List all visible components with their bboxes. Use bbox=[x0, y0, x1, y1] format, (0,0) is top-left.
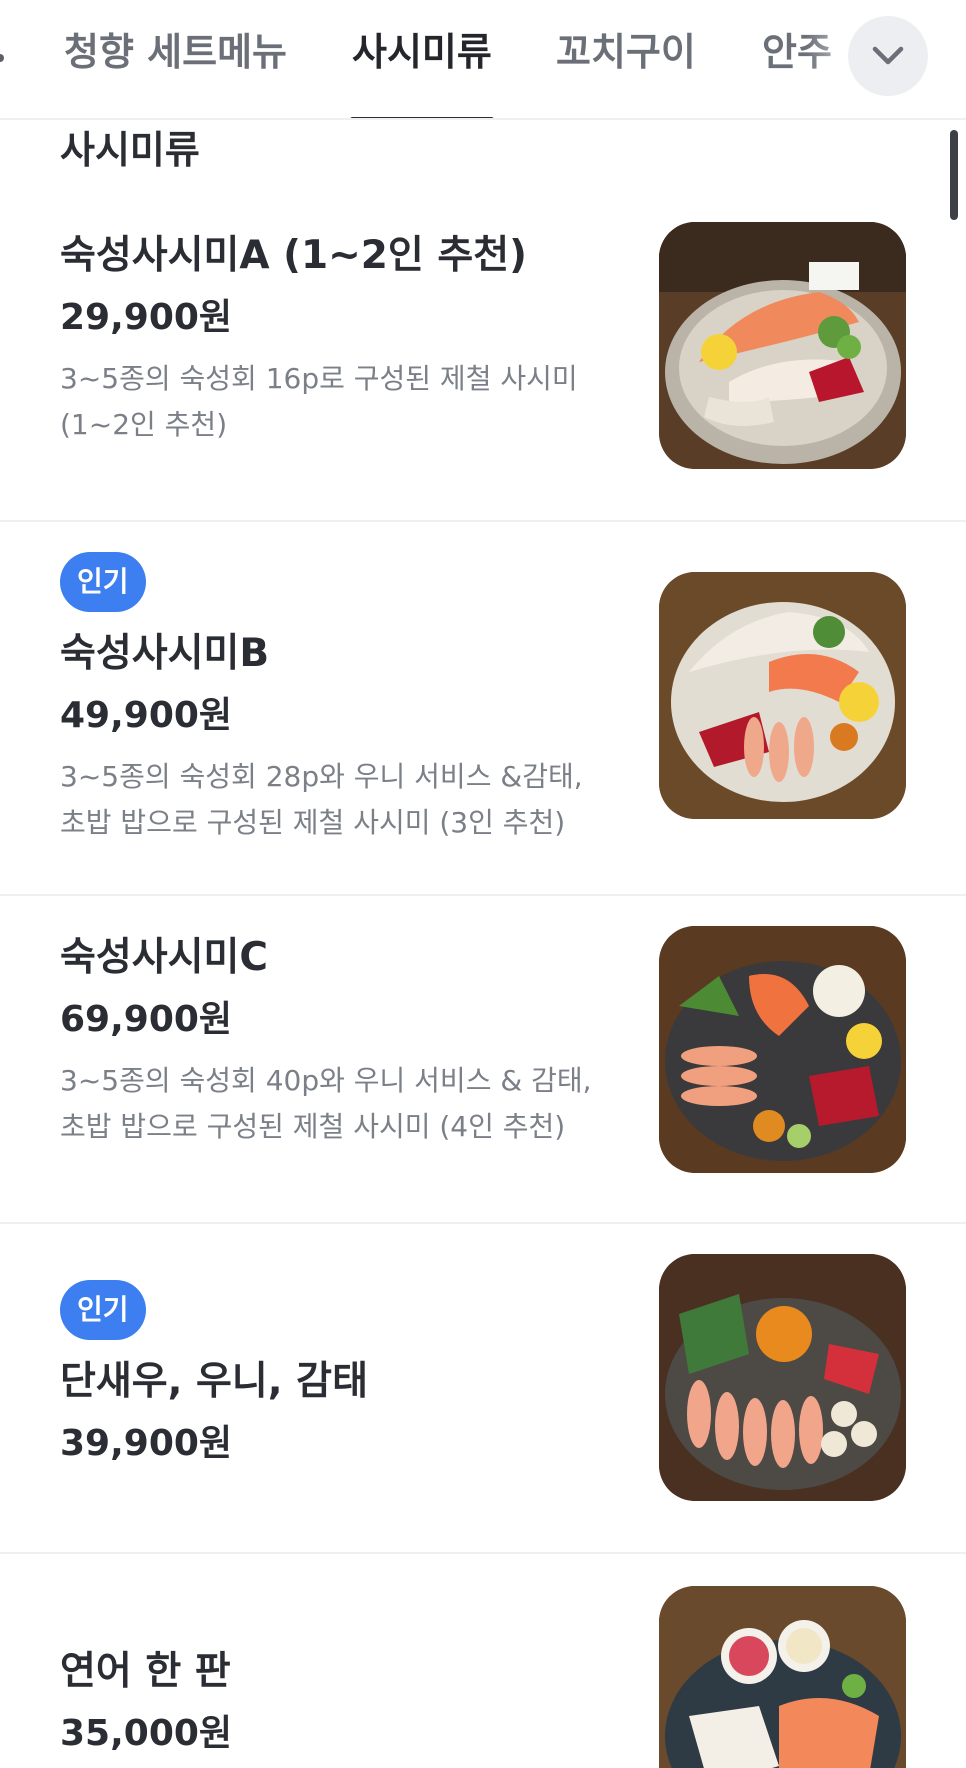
description-line: 3~5종의 숙성회 16p로 구성된 제철 사시미 bbox=[60, 362, 578, 395]
menu-item-photo bbox=[659, 1254, 906, 1501]
description-line: 초밥 밥으로 구성된 제철 사시미 (3인 추천) bbox=[60, 806, 566, 839]
menu-item-photo bbox=[659, 222, 906, 469]
menu-item-name: 연어 한 판 bbox=[60, 1649, 231, 1694]
menu-item-price: 35,000원 bbox=[60, 1713, 233, 1754]
menu-item-description: 3~5종의 숙성회 40p와 우니 서비스 & 감태, 초밥 밥으로 구성된 제… bbox=[60, 1058, 630, 1150]
menu-item-info: 숙성사시미A (1~2인 추천) 29,900원 3~5종의 숙성회 16p로 … bbox=[60, 228, 630, 448]
menu-item-description: 3~5종의 숙성회 16p로 구성된 제철 사시미 (1~2인 추천) bbox=[60, 356, 630, 448]
menu-item[interactable]: 인기 단새우, 우니, 감태 39,900원 bbox=[0, 1224, 966, 1554]
menu-item[interactable]: 숙성사시미C 69,900원 3~5종의 숙성회 40p와 우니 서비스 & 감… bbox=[0, 896, 966, 1224]
more-categories-button[interactable] bbox=[848, 16, 928, 96]
description-line: 3~5종의 숙성회 28p와 우니 서비스 &감태, bbox=[60, 760, 583, 793]
menu-item-description: 3~5종의 숙성회 28p와 우니 서비스 &감태, 초밥 밥으로 구성된 제철… bbox=[60, 754, 630, 846]
tab-sashimi[interactable]: 사시미류 bbox=[350, 26, 494, 118]
menu-page: 청향 세트메뉴 사시미류 꼬치구이 안주 사시미류 숙성사시미A (1~2인 추… bbox=[0, 0, 966, 1768]
previous-tab-edge bbox=[0, 54, 4, 62]
menu-item-price: 49,900원 bbox=[60, 695, 233, 736]
menu-item[interactable]: 연어 한 판 35,000원 bbox=[0, 1554, 966, 1768]
menu-item-photo bbox=[659, 572, 906, 819]
tab-set-menu[interactable]: 청향 세트메뉴 bbox=[64, 26, 287, 118]
menu-item-info: 인기 단새우, 우니, 감태 39,900원 bbox=[60, 1280, 630, 1470]
description-line: (1~2인 추천) bbox=[60, 408, 228, 441]
tab-skewers[interactable]: 꼬치구이 bbox=[556, 26, 696, 118]
description-line: 초밥 밥으로 구성된 제철 사시미 (4인 추천) bbox=[60, 1110, 566, 1143]
menu-item-info: 연어 한 판 35,000원 bbox=[60, 1644, 630, 1760]
menu-item[interactable]: 인기 숙성사시미B 49,900원 3~5종의 숙성회 28p와 우니 서비스 … bbox=[0, 522, 966, 896]
popular-badge: 인기 bbox=[60, 1280, 146, 1340]
section-title: 사시미류 bbox=[60, 128, 200, 172]
menu-item-photo bbox=[659, 1586, 906, 1768]
menu-item-photo bbox=[659, 926, 906, 1173]
menu-item-price: 29,900원 bbox=[60, 297, 233, 338]
menu-item-price: 69,900원 bbox=[60, 999, 233, 1040]
menu-item-name: 숙성사시미B bbox=[60, 631, 270, 676]
menu-item-name: 단새우, 우니, 감태 bbox=[60, 1359, 368, 1404]
menu-item-name: 숙성사시미C bbox=[60, 935, 269, 980]
menu-item-info: 인기 숙성사시미B 49,900원 3~5종의 숙성회 28p와 우니 서비스 … bbox=[60, 552, 630, 846]
description-line: 3~5종의 숙성회 40p와 우니 서비스 & 감태, bbox=[60, 1064, 592, 1097]
popular-badge: 인기 bbox=[60, 552, 146, 612]
category-tab-bar: 청향 세트메뉴 사시미류 꼬치구이 안주 bbox=[0, 0, 966, 120]
menu-item[interactable]: 숙성사시미A (1~2인 추천) 29,900원 3~5종의 숙성회 16p로 … bbox=[0, 190, 966, 522]
chevron-down-icon bbox=[872, 46, 904, 65]
menu-item-info: 숙성사시미C 69,900원 3~5종의 숙성회 40p와 우니 서비스 & 감… bbox=[60, 930, 630, 1150]
menu-item-name: 숙성사시미A (1~2인 추천) bbox=[60, 233, 527, 278]
menu-item-price: 39,900원 bbox=[60, 1423, 233, 1464]
